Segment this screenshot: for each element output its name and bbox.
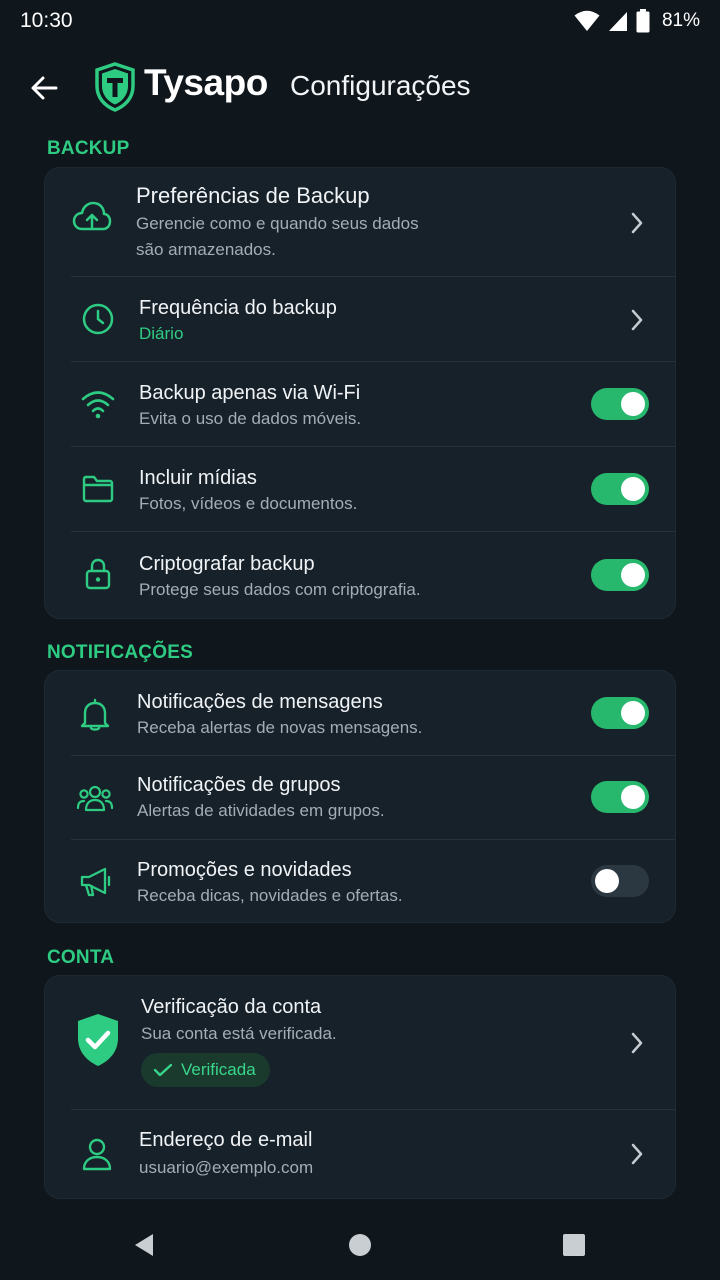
wifi-icon — [78, 384, 118, 424]
backup-frequency-title: Frequência do backup — [139, 297, 337, 319]
folder-icon — [78, 469, 118, 509]
backup-wifi-title: Backup apenas via Wi-Fi — [139, 382, 361, 404]
toggle-knob — [621, 785, 645, 809]
account-email-value: usuario@exemplo.com — [139, 1158, 314, 1177]
backup-media-row: Incluir mídias Fotos, vídeos e documento… — [45, 447, 677, 531]
lock-icon — [78, 554, 118, 594]
check-icon — [153, 1063, 173, 1077]
notif-messages-row: Notificações de mensagens Receba alertas… — [45, 671, 677, 755]
verified-badge: Verificada — [141, 1053, 270, 1087]
shield-check-icon — [73, 1012, 123, 1068]
account-card: Verificação da conta Sua conta está veri… — [44, 975, 676, 1199]
bell-icon — [75, 695, 115, 735]
nav-recents-icon — [563, 1234, 585, 1256]
system-nav-bar — [0, 1210, 720, 1280]
backup-encrypt-toggle[interactable] — [591, 559, 649, 591]
notif-messages-title: Notificações de mensagens — [137, 691, 383, 713]
cell-signal-icon — [608, 12, 627, 31]
notif-groups-subtitle: Alertas de atividades em grupos. — [137, 801, 385, 820]
verified-badge-label: Verificada — [181, 1060, 256, 1079]
chevron-right-icon — [627, 305, 647, 335]
user-icon — [77, 1134, 117, 1174]
cloud-upload-icon — [72, 198, 112, 238]
backup-wifi-subtitle: Evita o uso de dados móveis. — [139, 409, 362, 428]
battery-percent: 81% — [661, 10, 700, 31]
account-verification-title: Verificação da conta — [141, 996, 322, 1018]
battery-icon — [636, 9, 650, 33]
toggle-knob — [621, 701, 645, 725]
notif-groups-title: Notificações de grupos — [137, 774, 341, 796]
nav-home-button[interactable] — [340, 1230, 380, 1260]
section-title-account: CONTA — [47, 947, 115, 968]
app-header: Tysapo Configurações — [0, 56, 720, 118]
shield-logo-icon — [95, 62, 135, 112]
notif-groups-row: Notificações de grupos Alertas de ativid… — [45, 756, 677, 839]
chevron-right-icon — [627, 208, 647, 238]
backup-encrypt-row: Criptografar backup Protege seus dados c… — [45, 532, 677, 618]
backup-frequency-row[interactable]: Frequência do backup Diário — [45, 277, 677, 361]
notif-promotions-subtitle: Receba dicas, novidades e ofertas. — [137, 886, 403, 905]
backup-encrypt-title: Criptografar backup — [139, 553, 315, 575]
nav-home-icon — [349, 1234, 371, 1256]
brand-name: Tysapo — [144, 62, 268, 103]
section-title-backup: BACKUP — [47, 138, 130, 159]
chevron-right-icon — [627, 1028, 647, 1058]
backup-media-subtitle: Fotos, vídeos e documentos. — [139, 494, 358, 513]
nav-recents-button[interactable] — [554, 1230, 594, 1260]
nav-back-icon — [135, 1234, 153, 1256]
clock-icon — [78, 299, 118, 339]
status-bar: 10:30 81% — [0, 0, 720, 42]
backup-preferences-subtitle-1: Gerencie como e quando seus dados — [136, 214, 419, 233]
backup-preferences-title: Preferências de Backup — [136, 183, 370, 208]
backup-preferences-row[interactable]: Preferências de Backup Gerencie como e q… — [45, 168, 677, 276]
back-arrow-icon — [31, 76, 58, 100]
notif-promotions-row: Promoções e novidades Receba dicas, novi… — [45, 840, 677, 924]
back-button[interactable] — [24, 68, 64, 108]
backup-frequency-value: Diário — [139, 324, 184, 343]
backup-media-toggle[interactable] — [591, 473, 649, 505]
notif-promotions-toggle[interactable] — [591, 865, 649, 897]
group-icon — [75, 778, 115, 818]
megaphone-icon — [76, 862, 116, 902]
backup-wifi-toggle[interactable] — [591, 388, 649, 420]
backup-wifi-row: Backup apenas via Wi-Fi Evita o uso de d… — [45, 362, 677, 446]
toggle-knob — [621, 477, 645, 501]
account-email-title: Endereço de e-mail — [139, 1129, 313, 1151]
account-email-row[interactable]: Endereço de e-mail usuario@exemplo.com — [45, 1110, 677, 1200]
account-verification-subtitle: Sua conta está verificada. — [141, 1024, 337, 1043]
notifications-card: Notificações de mensagens Receba alertas… — [44, 670, 676, 923]
toggle-knob — [621, 392, 645, 416]
toggle-knob — [595, 869, 619, 893]
status-time: 10:30 — [20, 9, 73, 32]
notif-promotions-title: Promoções e novidades — [137, 859, 352, 881]
toggle-knob — [621, 563, 645, 587]
section-title-notifications: NOTIFICAÇÕES — [47, 642, 193, 663]
wifi-signal-icon — [574, 10, 600, 31]
backup-media-title: Incluir mídias — [139, 467, 257, 489]
page-title: Configurações — [290, 70, 471, 101]
notif-groups-toggle[interactable] — [591, 781, 649, 813]
notif-messages-subtitle: Receba alertas de novas mensagens. — [137, 718, 423, 737]
backup-encrypt-subtitle: Protege seus dados com criptografia. — [139, 580, 421, 599]
status-icons: 81% — [574, 8, 700, 34]
backup-card: Preferências de Backup Gerencie como e q… — [44, 167, 676, 619]
backup-preferences-subtitle-2: são armazenados. — [136, 240, 276, 259]
notif-messages-toggle[interactable] — [591, 697, 649, 729]
nav-back-button[interactable] — [124, 1230, 164, 1260]
chevron-right-icon — [627, 1139, 647, 1169]
account-verification-row[interactable]: Verificação da conta Sua conta está veri… — [45, 976, 677, 1109]
